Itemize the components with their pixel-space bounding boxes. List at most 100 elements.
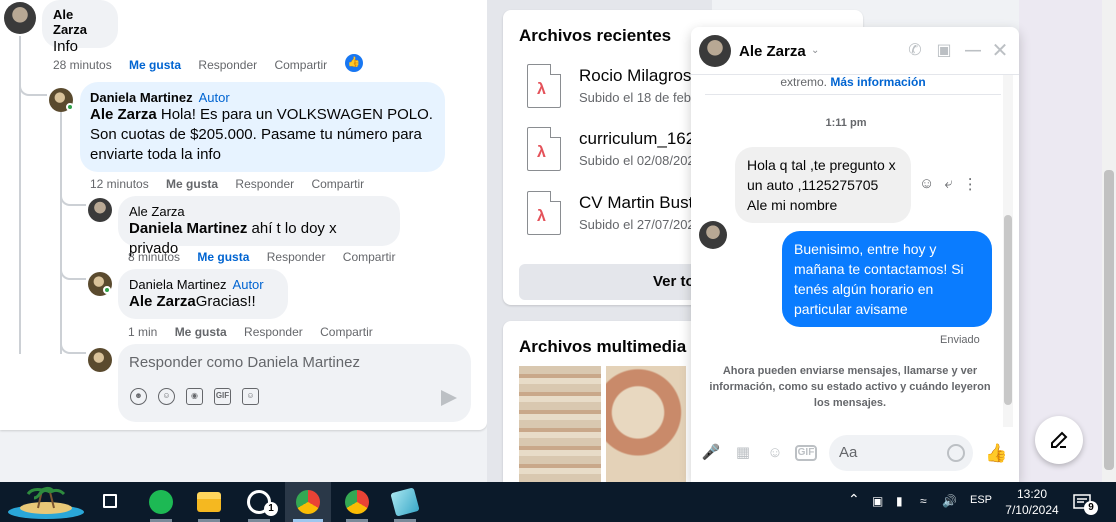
author-badge: Autor	[232, 277, 264, 292]
reply-toolbar: ☻ ☺ ◉ GIF ☺	[130, 388, 259, 405]
language-indicator[interactable]: ESP	[970, 494, 992, 506]
pdf-icon: λ	[527, 127, 561, 171]
microphone-icon[interactable]: 🎤	[701, 443, 721, 463]
incoming-message[interactable]: Hola q tal ,te pregunto x un auto ,11252…	[735, 147, 911, 223]
reply-input[interactable]: Responder como Daniela Martinez ☻ ☺ ◉ GI…	[118, 344, 471, 422]
show-hidden-icons[interactable]: ⌃	[848, 491, 860, 508]
comment-time[interactable]: 1 min	[128, 325, 157, 339]
file-upload-date: Subido el 02/08/202	[579, 153, 695, 168]
comment-author[interactable]: Daniela Martinez	[129, 277, 227, 292]
gif-icon[interactable]: GIF	[214, 388, 231, 405]
camera-icon[interactable]: ◉	[186, 388, 203, 405]
phone-icon[interactable]: ✆	[905, 41, 925, 61]
outgoing-message[interactable]: Buenisimo, entre hoy y mañana te contact…	[782, 231, 992, 327]
thread-line-nested	[60, 112, 62, 354]
chrome-icon	[296, 490, 320, 514]
comment-actions-reply3: 1 min Me gusta Responder Compartir	[128, 325, 387, 339]
more-info-link[interactable]: Más información	[830, 75, 925, 89]
minimize-icon[interactable]: —	[963, 41, 983, 61]
comment-author[interactable]: Ale Zarza	[53, 7, 107, 37]
image-icon[interactable]: ▦	[733, 443, 753, 463]
file-upload-date: Subido el 27/07/202	[579, 217, 695, 232]
start-button[interactable]	[0, 482, 90, 522]
avatar-ale-zarza[interactable]	[4, 2, 36, 34]
media-thumbnail[interactable]	[519, 366, 601, 482]
reply-button[interactable]: Responder	[198, 58, 257, 72]
thread-connector	[60, 190, 86, 206]
page-scroll-thumb[interactable]	[1104, 170, 1114, 470]
meet-now-icon[interactable]: ▣	[872, 494, 883, 508]
new-message-button[interactable]	[1035, 416, 1083, 464]
reply-button[interactable]: Responder	[244, 325, 303, 339]
comment-author[interactable]: Daniela Martinez	[90, 90, 193, 105]
file-name[interactable]: CV Martin Bust	[579, 193, 693, 213]
file-name[interactable]: Rocio Milagros	[579, 66, 691, 86]
like-button[interactable]: Me gusta	[166, 177, 218, 191]
more-options-icon[interactable]: ⋮	[963, 175, 978, 193]
emoji-icon[interactable]	[947, 444, 965, 462]
emoji-icon[interactable]: ☺	[158, 388, 175, 405]
file-name[interactable]: curriculum_162	[579, 129, 695, 149]
like-button[interactable]: Me gusta	[197, 250, 249, 264]
taskbar-whatsapp[interactable]: 1	[236, 482, 282, 522]
chat-scroll-thumb[interactable]	[1004, 215, 1012, 405]
comment-time[interactable]: 28 minutos	[53, 58, 112, 72]
task-view-button[interactable]	[88, 482, 134, 522]
chat-scrollbar[interactable]	[1003, 75, 1013, 427]
chat-header: Ale Zarza ⌄ ✆ ▣ — ✕	[691, 27, 1019, 75]
like-button[interactable]: Me gusta	[175, 325, 227, 339]
sticker-icon[interactable]: ☺	[765, 443, 785, 463]
see-all-button[interactable]: Ver to	[519, 264, 699, 300]
file-upload-date: Subido el 18 de feb	[579, 90, 692, 105]
taskbar-file-explorer[interactable]	[186, 482, 232, 522]
taskbar-chrome-active[interactable]	[285, 482, 331, 522]
battery-icon[interactable]: ▮	[896, 494, 903, 508]
share-button[interactable]: Compartir	[311, 177, 364, 191]
like-button[interactable]: Me gusta	[129, 58, 181, 72]
like-reaction-icon[interactable]: 👍	[345, 54, 363, 72]
sticker-icon[interactable]: ☺	[242, 388, 259, 405]
video-call-icon[interactable]: ▣	[934, 41, 954, 61]
mention-link[interactable]: Daniela Martinez	[129, 220, 247, 237]
online-indicator	[66, 103, 74, 111]
volume-icon[interactable]: 🔊	[942, 494, 957, 508]
thumbs-up-icon[interactable]: 👍	[985, 443, 1007, 463]
taskbar-spotify[interactable]	[138, 482, 184, 522]
chat-avatar[interactable]	[699, 35, 731, 67]
comment-bubble-reply3: Daniela Martinez Autor Ale ZarzaGracias!!	[118, 269, 288, 319]
react-icon[interactable]: ☺	[919, 175, 934, 193]
comment-text: Ale Zarza Hola! Es para un VOLKSWAGEN PO…	[90, 105, 435, 165]
share-button[interactable]: Compartir	[343, 250, 396, 264]
thread-connector	[60, 264, 86, 280]
page-scrollbar[interactable]	[1102, 0, 1116, 482]
comment-time[interactable]: 8 minutos	[128, 250, 180, 264]
media-thumbnail[interactable]	[606, 366, 686, 482]
gif-icon[interactable]: GIF	[795, 445, 817, 461]
thread-connector	[19, 80, 47, 96]
system-clock[interactable]: 13:20 7/10/2024	[1000, 486, 1064, 518]
compose-icon	[1051, 431, 1068, 448]
reply-button[interactable]: Responder	[235, 177, 294, 191]
message-timestamp: 1:11 pm	[825, 117, 867, 129]
chevron-down-icon[interactable]: ⌄	[811, 45, 819, 56]
chat-contact-name[interactable]: Ale Zarza	[739, 43, 806, 60]
avatar-ale-zarza[interactable]	[88, 198, 112, 222]
send-icon[interactable]	[441, 390, 457, 406]
reply-arrow-icon[interactable]: ⤶	[944, 175, 952, 193]
avatar-current-user[interactable]	[88, 348, 112, 372]
taskbar-notepad[interactable]	[382, 482, 428, 522]
taskbar-chrome[interactable]	[334, 482, 380, 522]
avatar-sticker-icon[interactable]: ☻	[130, 388, 147, 405]
comment-author[interactable]: Ale Zarza	[129, 204, 389, 219]
mention-link[interactable]: Ale Zarza	[90, 106, 157, 123]
reply-button[interactable]: Responder	[267, 250, 326, 264]
mention-link[interactable]: Ale Zarza	[129, 293, 196, 310]
close-icon[interactable]: ✕	[990, 41, 1010, 61]
clock-time: 13:20	[1016, 487, 1048, 501]
share-button[interactable]: Compartir	[320, 325, 373, 339]
sender-avatar[interactable]	[699, 221, 727, 249]
chrome-icon	[345, 490, 369, 514]
wifi-icon[interactable]: ≈	[920, 494, 927, 508]
share-button[interactable]: Compartir	[274, 58, 327, 72]
comment-time[interactable]: 12 minutos	[90, 177, 149, 191]
